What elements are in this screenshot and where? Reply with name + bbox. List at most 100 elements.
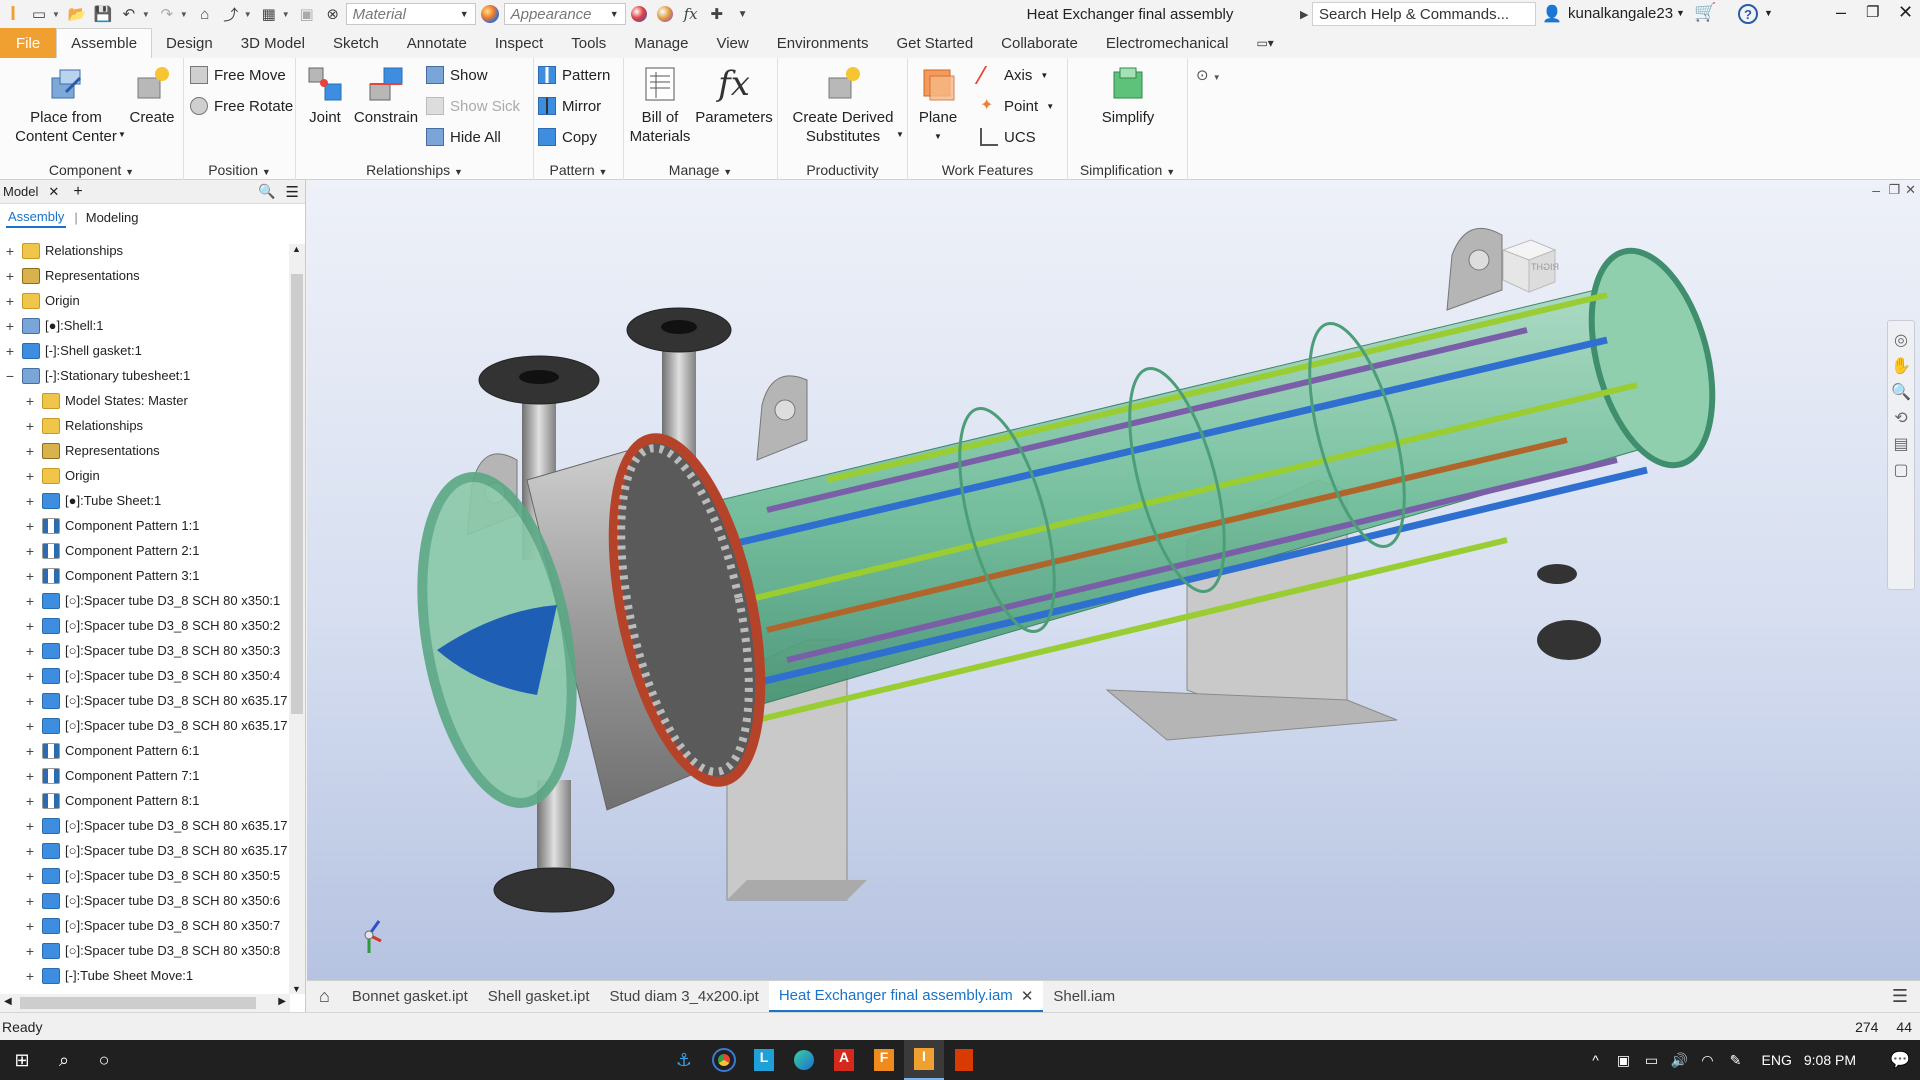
help-icon[interactable]: ?: [1738, 4, 1758, 24]
browser-menu-icon[interactable]: ☰: [286, 183, 299, 201]
point-button[interactable]: ✦ Point ▼: [980, 95, 1054, 117]
tree-expand-toggle-icon[interactable]: +: [24, 543, 36, 559]
pen-icon[interactable]: ✎: [1722, 1040, 1750, 1080]
look-at-icon[interactable]: ▢: [1888, 457, 1914, 483]
tab-design[interactable]: Design: [152, 28, 227, 58]
tree-expand-toggle-icon[interactable]: +: [24, 568, 36, 584]
tab-assemble[interactable]: Assemble: [56, 28, 153, 58]
minimize-icon[interactable]: –: [1836, 2, 1846, 23]
customize-dropdown-icon[interactable]: ▼: [733, 4, 753, 24]
tree-item[interactable]: + [○]:Spacer tube D3_8 SCH 80 x635.17: [24, 813, 288, 838]
home-tab-icon[interactable]: ⌂: [307, 981, 342, 1012]
doc-tab-shell[interactable]: Shell.iam: [1043, 981, 1125, 1012]
mirror-button[interactable]: Mirror: [538, 95, 601, 117]
fx-parameters-icon[interactable]: fx: [681, 4, 701, 24]
close-icon[interactable]: ✕: [1898, 2, 1913, 23]
position-panel-title[interactable]: Position ▼: [184, 162, 295, 178]
undo-dropdown-icon[interactable]: ▼: [142, 10, 150, 19]
browser-tab-close-icon[interactable]: ✕: [48, 184, 59, 200]
appearance-combo[interactable]: Appearance ▼: [503, 3, 626, 25]
tree-item[interactable]: + Component Pattern 3:1: [24, 563, 199, 588]
tree-expand-toggle-icon[interactable]: +: [4, 343, 16, 359]
doc-tab-heat-exchanger[interactable]: Heat Exchanger final assembly.iam ✕: [768, 981, 1044, 1012]
tree-expand-toggle-icon[interactable]: +: [24, 718, 36, 734]
pan-icon[interactable]: ✋: [1888, 353, 1914, 379]
bill-of-materials-button[interactable]: Bill of Materials: [628, 64, 692, 146]
language-indicator[interactable]: ENG: [1762, 1052, 1792, 1068]
ucs-button[interactable]: UCS: [980, 126, 1036, 148]
doc-tab-close-icon[interactable]: ✕: [1021, 987, 1034, 1005]
steering-wheel-icon[interactable]: ◎: [1888, 327, 1914, 353]
tab-annotate[interactable]: Annotate: [393, 28, 481, 58]
browser-scroll-up-icon[interactable]: ▲: [292, 244, 301, 254]
tab-collaborate[interactable]: Collaborate: [987, 28, 1092, 58]
tree-expand-toggle-icon[interactable]: +: [24, 468, 36, 484]
tree-item[interactable]: + [○]:Spacer tube D3_8 SCH 80 x350:3: [24, 638, 280, 663]
browser-search-icon[interactable]: 🔍: [258, 183, 275, 200]
tree-expand-toggle-icon[interactable]: +: [24, 693, 36, 709]
view-cube[interactable]: RIGHT: [1495, 232, 1559, 296]
tab-sketch[interactable]: Sketch: [319, 28, 393, 58]
tree-item[interactable]: + [●]:Tube Sheet:1: [24, 488, 161, 513]
tree-expand-toggle-icon[interactable]: +: [4, 318, 16, 334]
search-expand-icon[interactable]: ▶: [1300, 8, 1308, 21]
tab-tools[interactable]: Tools: [557, 28, 620, 58]
taskbar-search-icon[interactable]: ⌕: [44, 1040, 84, 1080]
browser-scrollbar[interactable]: ▲ ▼: [289, 244, 305, 994]
select-icon[interactable]: ⤴: [221, 4, 241, 24]
volume-icon[interactable]: 🔊: [1666, 1040, 1694, 1080]
appearance-sphere-icon[interactable]: [479, 4, 501, 24]
tray-chevron-icon[interactable]: ^: [1582, 1040, 1610, 1080]
tree-expand-toggle-icon[interactable]: +: [24, 893, 36, 909]
tab-environments[interactable]: Environments: [763, 28, 883, 58]
pattern-button[interactable]: Pattern: [538, 64, 610, 86]
free-move-button[interactable]: Free Move: [190, 64, 286, 86]
open-file-icon[interactable]: 📂: [67, 4, 87, 24]
undo-icon[interactable]: ↶: [119, 4, 139, 24]
tree-item[interactable]: + Representations: [4, 263, 140, 288]
simplification-panel-title[interactable]: Simplification ▼: [1068, 162, 1187, 178]
manage-panel-title[interactable]: Manage ▼: [624, 162, 777, 178]
tree-expand-toggle-icon[interactable]: +: [24, 943, 36, 959]
tree-item[interactable]: + Component Pattern 8:1: [24, 788, 199, 813]
subtab-modeling[interactable]: Modeling: [86, 210, 139, 225]
libreoffice-icon[interactable]: L: [744, 1040, 784, 1080]
derived-dropdown-icon[interactable]: ▼: [896, 130, 904, 139]
tree-item[interactable]: + Component Pattern 6:1: [24, 738, 199, 763]
cart-icon[interactable]: 🛒: [1694, 2, 1716, 23]
select-dropdown-icon[interactable]: ▼: [244, 10, 252, 19]
create-derived-substitutes-button[interactable]: Create Derived Substitutes: [784, 64, 902, 146]
acrobat-icon[interactable]: A: [824, 1040, 864, 1080]
user-dropdown-icon[interactable]: ▼: [1676, 8, 1685, 18]
tab-3d-model[interactable]: 3D Model: [227, 28, 319, 58]
tree-expand-toggle-icon[interactable]: +: [24, 393, 36, 409]
viewport-restore-icon[interactable]: ❐: [1888, 182, 1900, 198]
clear-appearance-icon[interactable]: [655, 4, 675, 24]
user-name[interactable]: kunalkangale23: [1568, 5, 1673, 22]
tray-meet-icon[interactable]: ▣: [1610, 1040, 1638, 1080]
tree-expand-toggle-icon[interactable]: +: [24, 818, 36, 834]
tab-electromechanical[interactable]: Electromechanical: [1092, 28, 1243, 58]
tree-expand-toggle-icon[interactable]: +: [4, 268, 16, 284]
battery-icon[interactable]: ▭: [1638, 1040, 1666, 1080]
tree-item[interactable]: + Model States: Master: [24, 388, 188, 413]
constrain-button[interactable]: Constrain: [352, 64, 420, 127]
edge-icon[interactable]: [784, 1040, 824, 1080]
new-file-icon[interactable]: ▭: [29, 4, 49, 24]
update-icon[interactable]: ▦: [259, 4, 279, 24]
tree-expand-toggle-icon[interactable]: +: [24, 743, 36, 759]
tree-item[interactable]: + [○]:Spacer tube D3_8 SCH 80 x635.17: [24, 838, 288, 863]
tree-item[interactable]: + [○]:Spacer tube D3_8 SCH 80 x350:8: [24, 938, 280, 963]
help-dropdown-icon[interactable]: ▼: [1764, 8, 1773, 18]
copy-button[interactable]: Copy: [538, 126, 597, 148]
browser-hscroll-left-icon[interactable]: ◀: [4, 996, 12, 1007]
office-icon[interactable]: [944, 1040, 984, 1080]
tree-item[interactable]: + Relationships: [24, 413, 143, 438]
tree-item[interactable]: + [○]:Spacer tube D3_8 SCH 80 x350:6: [24, 888, 280, 913]
tree-expand-toggle-icon[interactable]: +: [24, 443, 36, 459]
tree-item[interactable]: + [○]:Spacer tube D3_8 SCH 80 x635.17: [24, 713, 288, 738]
tree-item[interactable]: + [○]:Spacer tube D3_8 SCH 80 x350:7: [24, 913, 280, 938]
tree-expand-toggle-icon[interactable]: +: [24, 668, 36, 684]
redo-icon[interactable]: ↷: [157, 4, 177, 24]
rebuild-icon[interactable]: ▣: [297, 4, 317, 24]
